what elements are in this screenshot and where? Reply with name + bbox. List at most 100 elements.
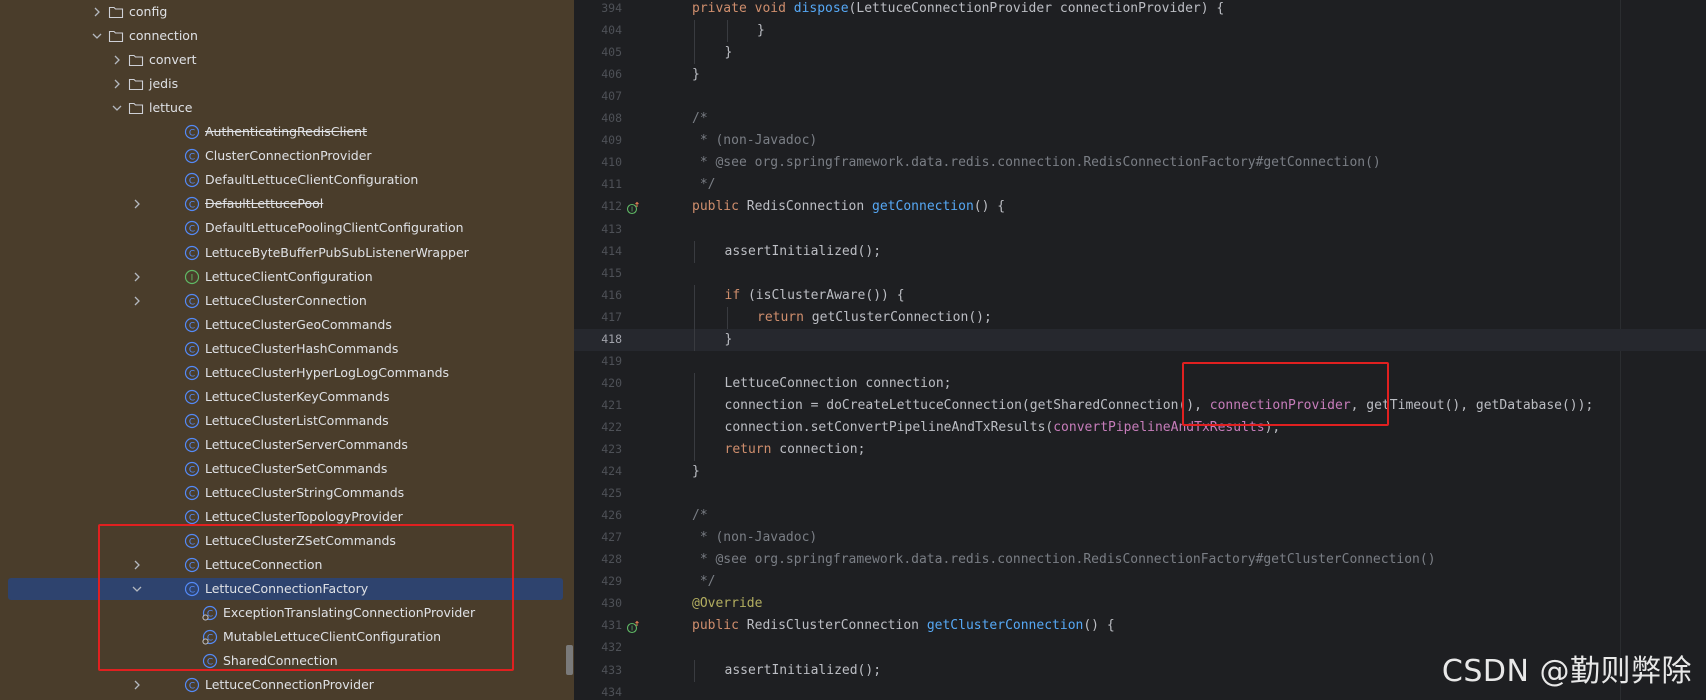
code-text[interactable]: } [692, 463, 700, 481]
tree-scrollbar-thumb[interactable] [566, 645, 573, 675]
code-text[interactable]: * (non-Javadoc) [692, 132, 817, 150]
code-text[interactable]: connection = doCreateLettuceConnection(g… [725, 397, 1594, 415]
code-line[interactable]: 420 LettuceConnection connection; [574, 372, 1706, 395]
tree-item-label: LettuceClusterServerCommands [205, 436, 408, 452]
tree-item[interactable]: C LettuceClusterHashCommands [0, 338, 574, 360]
code-text[interactable]: } [692, 66, 700, 84]
code-line[interactable]: 419 [574, 351, 1706, 373]
line-number: 418 [601, 331, 622, 346]
code-text[interactable]: } [725, 331, 733, 349]
code-line[interactable]: 411 */ [574, 174, 1706, 196]
code-line[interactable]: 431 Ipublic RedisClusterConnection getClu… [574, 615, 1706, 637]
code-line[interactable]: 417 return getClusterConnection(); [574, 306, 1706, 329]
code-line[interactable]: 422 connection.setConvertPipelineAndTxRes… [574, 416, 1706, 439]
code-text[interactable]: public RedisConnection getConnection() { [692, 198, 1005, 216]
code-line[interactable]: 421 connection = doCreateLettuceConnectio… [574, 394, 1706, 417]
indent-guide [694, 416, 695, 439]
code-line[interactable]: 424} [574, 461, 1706, 483]
tree-item[interactable]: C DefaultLettucePoolingClientConfiguratio… [0, 217, 574, 239]
chevron-right-icon[interactable] [110, 77, 124, 91]
tree-item[interactable]: C LettuceClusterServerCommands [0, 434, 574, 456]
indent-guide [694, 284, 695, 307]
code-line[interactable]: 414 assertInitialized(); [574, 240, 1706, 263]
code-text[interactable]: if (isClusterAware()) { [725, 287, 905, 305]
code-text[interactable]: assertInitialized(); [725, 662, 882, 680]
tree-item[interactable]: C LettuceClusterStringCommands [0, 482, 574, 504]
code-line[interactable]: 425 [574, 483, 1706, 505]
code-line[interactable]: 415 [574, 263, 1706, 285]
tree-item[interactable]: C LettuceClusterListCommands [0, 410, 574, 432]
code-line[interactable]: 394 private void dispose(LettuceConnectio… [574, 0, 1706, 20]
code-text[interactable]: * @see org.springframework.data.redis.co… [692, 154, 1381, 172]
code-line[interactable]: 409 * (non-Javadoc) [574, 130, 1706, 152]
tree-item[interactable]: lettuce [0, 97, 574, 119]
tree-item[interactable]: C ClusterConnectionProvider [0, 145, 574, 167]
tree-item[interactable]: convert [0, 49, 574, 71]
chevron-right-icon[interactable] [130, 197, 144, 211]
code-text[interactable]: return connection; [725, 441, 866, 459]
code-line[interactable]: 404} [574, 20, 1706, 43]
chevron-right-icon[interactable] [90, 5, 104, 19]
code-line[interactable]: 408 /* [574, 108, 1706, 130]
svg-text:C: C [189, 441, 195, 451]
chevron-down-icon[interactable] [90, 29, 104, 43]
tree-item[interactable]: C LettuceClusterKeyCommands [0, 386, 574, 408]
tree-item[interactable]: C LettuceByteBufferPubSubListenerWrapper [0, 242, 574, 264]
code-line[interactable]: 407 [574, 86, 1706, 108]
code-text[interactable]: LettuceConnection connection; [725, 375, 952, 393]
code-text[interactable]: * @see org.springframework.data.redis.co… [692, 551, 1436, 569]
line-number: 407 [601, 89, 622, 104]
code-line[interactable]: 427 * (non-Javadoc) [574, 527, 1706, 549]
implements-method-icon[interactable]: I [626, 619, 640, 634]
code-line[interactable]: 426 /* [574, 505, 1706, 527]
code-line[interactable]: 430 @Override [574, 593, 1706, 615]
chevron-right-icon[interactable] [130, 270, 144, 284]
tree-item[interactable]: C LettuceClusterHyperLogLogCommands [0, 362, 574, 384]
code-text[interactable]: } [725, 44, 733, 62]
tree-item[interactable]: C LettuceConnectionProvider [0, 674, 574, 696]
tree-item[interactable]: I LettuceClientConfiguration [0, 266, 574, 288]
code-text[interactable]: return getClusterConnection(); [757, 309, 992, 327]
chevron-right-icon[interactable] [130, 678, 144, 692]
code-line[interactable]: 410 * @see org.springframework.data.redi… [574, 152, 1706, 174]
code-line[interactable]: 412 Ipublic RedisConnection getConnection… [574, 196, 1706, 218]
code-text[interactable]: private void dispose(LettuceConnectionPr… [692, 0, 1224, 18]
tree-item[interactable]: C LettuceClusterGeoCommands [0, 314, 574, 336]
code-token: connection.setConvertPipelineAndTxResult… [724, 419, 1054, 435]
svg-text:C: C [189, 489, 195, 499]
class-icon: C [184, 485, 200, 501]
code-editor[interactable]: 394 private void dispose(LettuceConnectio… [574, 0, 1706, 700]
code-line[interactable]: 428 * @see org.springframework.data.redi… [574, 549, 1706, 571]
code-text[interactable]: */ [692, 176, 716, 194]
tree-item[interactable]: connection [0, 25, 574, 47]
code-line[interactable]: 406} [574, 64, 1706, 86]
tree-item[interactable]: config [0, 1, 574, 23]
code-text[interactable]: } [757, 22, 765, 40]
chevron-right-icon[interactable] [110, 53, 124, 67]
code-line[interactable]: 405} [574, 42, 1706, 65]
tree-item[interactable]: jedis [0, 73, 574, 95]
code-line[interactable]: 418} [574, 328, 1706, 351]
code-text[interactable]: assertInitialized(); [725, 243, 882, 261]
chevron-right-icon[interactable] [130, 294, 144, 308]
tree-item[interactable]: C AuthenticatingRedisClient [0, 121, 574, 143]
code-line[interactable]: 413 [574, 219, 1706, 241]
code-line[interactable]: 423 return connection; [574, 439, 1706, 461]
tree-item[interactable]: C DefaultLettucePool [0, 193, 574, 215]
code-line[interactable]: 429 */ [574, 571, 1706, 593]
code-text[interactable]: public RedisClusterConnection getCluster… [692, 617, 1115, 635]
code-token: connection; [779, 442, 866, 457]
class-icon: C [184, 341, 200, 357]
code-line[interactable]: 416 if (isClusterAware()) { [574, 284, 1706, 307]
code-text[interactable]: /* [692, 507, 708, 525]
tree-item[interactable]: C LettuceClusterSetCommands [0, 458, 574, 480]
code-text[interactable]: @Override [692, 595, 762, 613]
tree-item[interactable]: C LettuceClusterConnection [0, 290, 574, 312]
implements-method-icon[interactable]: I [626, 200, 640, 215]
code-text[interactable]: /* [692, 110, 708, 128]
code-text[interactable]: * (non-Javadoc) [692, 529, 817, 547]
code-text[interactable]: */ [692, 573, 716, 591]
code-token: connection = doCreateLettuceConnection(g… [724, 397, 1210, 413]
chevron-down-icon[interactable] [110, 101, 124, 115]
tree-item[interactable]: C DefaultLettuceClientConfiguration [0, 169, 574, 191]
